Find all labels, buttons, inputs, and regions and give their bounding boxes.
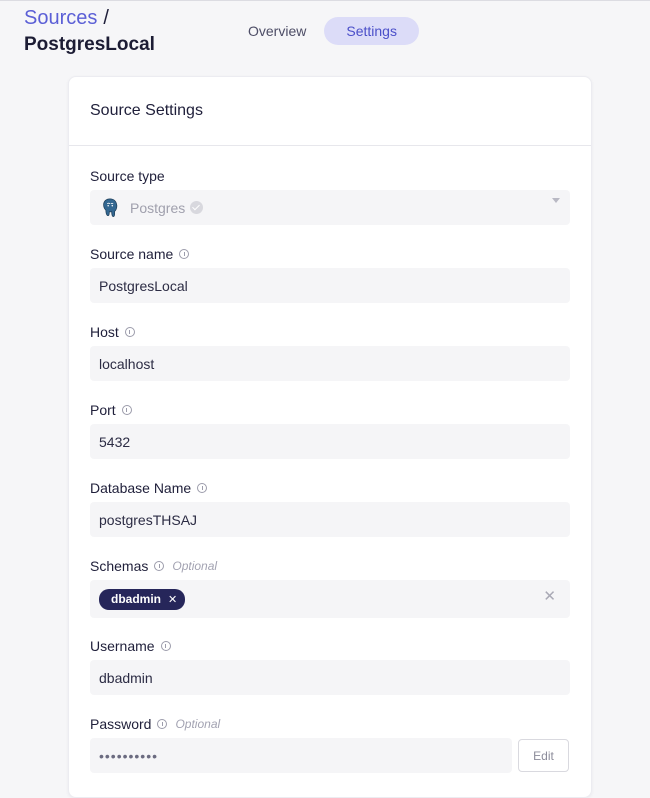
page-header: Sources / PostgresLocal — [24, 6, 155, 58]
optional-hint: Optional — [175, 717, 221, 731]
postgres-elephant-icon — [103, 197, 118, 217]
info-icon[interactable] — [197, 483, 208, 493]
top-border — [0, 0, 650, 1]
password-label: Password Optional — [90, 716, 221, 732]
info-icon[interactable] — [124, 327, 135, 337]
source-type-value: Postgres — [130, 199, 186, 216]
remove-tag-icon[interactable]: ✕ — [168, 593, 177, 606]
info-icon[interactable] — [121, 405, 132, 415]
schema-tag-label: dbadmin — [111, 592, 161, 606]
source-name-label: Source name — [90, 245, 570, 263]
clear-icon[interactable]: ✕ — [543, 587, 556, 605]
database-name-input[interactable]: postgresTHSAJ — [90, 502, 570, 537]
edit-password-button[interactable]: Edit — [518, 739, 569, 772]
tab-overview[interactable]: Overview — [232, 17, 322, 45]
database-name-label: Database Name — [90, 479, 570, 497]
database-name-field: Database Name postgresTHSAJ — [90, 479, 570, 537]
info-icon[interactable] — [157, 719, 168, 729]
source-type-select[interactable]: Postgres — [90, 190, 570, 225]
source-name-field: Source name PostgresLocal — [90, 245, 570, 303]
tab-bar: Overview Settings — [232, 17, 419, 45]
source-settings-card: Source Settings Source type Postgres Sou… — [68, 76, 592, 798]
host-field: Host localhost — [90, 323, 570, 381]
info-icon[interactable] — [179, 249, 190, 259]
host-label: Host — [90, 323, 570, 341]
breadcrumb-sources-link[interactable]: Sources — [24, 7, 97, 29]
password-row: •••••••••• Edit — [90, 738, 570, 773]
source-name-input[interactable]: PostgresLocal — [90, 268, 570, 303]
card-header: Source Settings — [69, 77, 591, 146]
info-icon[interactable] — [160, 641, 171, 651]
username-input[interactable]: dbadmin — [90, 660, 570, 695]
password-input[interactable]: •••••••••• — [90, 738, 512, 773]
source-type-label: Source type — [90, 168, 165, 184]
info-icon[interactable] — [154, 561, 165, 571]
verified-check-icon — [190, 201, 204, 214]
port-label: Port — [90, 401, 570, 419]
page-title: PostgresLocal — [24, 34, 155, 55]
username-label: Username — [90, 637, 570, 655]
card-title: Source Settings — [90, 102, 203, 119]
schemas-field: Schemas Optional dbadmin ✕ ✕ — [90, 557, 570, 618]
schemas-multiselect[interactable]: dbadmin ✕ — [90, 580, 570, 618]
host-input[interactable]: localhost — [90, 346, 570, 381]
source-type-field: Source type Postgres — [90, 167, 570, 225]
optional-hint: Optional — [172, 559, 218, 573]
schema-tag: dbadmin ✕ — [99, 588, 186, 610]
schemas-label: Schemas Optional — [90, 558, 218, 574]
port-field: Port 5432 — [90, 401, 570, 459]
breadcrumb: Sources / — [24, 6, 155, 30]
dropdown-caret-icon — [552, 198, 560, 203]
password-field: Password Optional •••••••••• Edit — [90, 715, 570, 773]
breadcrumb-separator: / — [103, 7, 109, 29]
port-input[interactable]: 5432 — [90, 424, 570, 459]
username-field: Username dbadmin — [90, 637, 570, 695]
tab-settings[interactable]: Settings — [324, 17, 419, 45]
